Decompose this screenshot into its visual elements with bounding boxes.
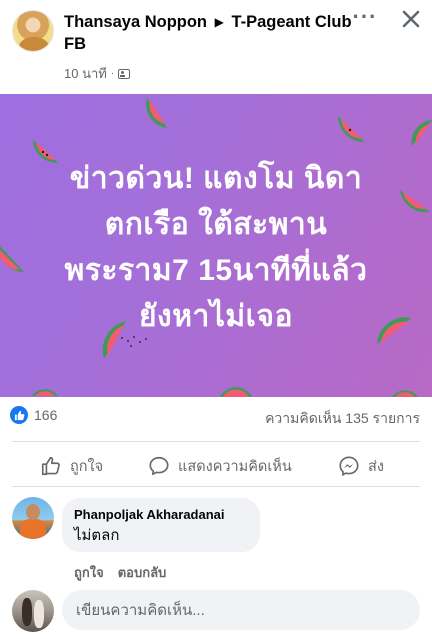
author-name[interactable]: Thansaya Noppon	[64, 13, 207, 31]
meta-separator: ·	[110, 68, 115, 79]
more-options-button[interactable]: ···	[352, 6, 378, 32]
comment-icon	[149, 456, 169, 476]
post-header: Thansaya Noppon ▶ T-Pageant Club FB 10 น…	[0, 0, 432, 92]
close-icon	[402, 10, 420, 28]
like-label: ถูกใจ	[70, 458, 104, 475]
comment-input[interactable]	[62, 590, 420, 630]
watermelon-icon	[146, 98, 167, 128]
like-reaction-icon	[10, 406, 28, 424]
user-avatar	[12, 590, 54, 632]
reaction-count: 166	[34, 407, 58, 423]
comment-reply-link[interactable]: ตอบกลับ	[118, 562, 167, 583]
author-avatar[interactable]	[12, 10, 54, 52]
post-time[interactable]: 10 นาที	[64, 63, 107, 84]
watermelon-icon	[32, 389, 58, 396]
send-label: ส่ง	[368, 458, 384, 475]
like-button[interactable]: ถูกใจ	[40, 448, 103, 484]
banner-line: ข่าวด่วน! แตงโม นิดา	[69, 162, 363, 195]
post-title: Thansaya Noppon ▶ T-Pageant Club FB	[64, 12, 354, 55]
comment-bubble: Phanpoljak Akharadanai ไม่ตลก	[62, 498, 260, 552]
watermelon-icon	[411, 120, 432, 146]
watermelon-icon	[338, 116, 365, 143]
post-meta: 10 นาที ·	[64, 63, 131, 84]
reaction-summary[interactable]: 166	[10, 406, 57, 424]
comment-label: แสดงความคิดเห็น	[178, 458, 292, 475]
banner-line: ตกเรือ ใต้สะพาน	[104, 208, 328, 241]
watermelon-icon	[220, 387, 252, 397]
banner-line: ยังหาไม่เจอ	[138, 300, 294, 333]
comment-text: ไม่ตลก	[74, 527, 120, 544]
thumbs-up-icon	[41, 456, 60, 476]
comment-button[interactable]: แสดงความคิดเห็น	[148, 448, 292, 484]
comment-actions: ถูกใจ ตอบกลับ	[74, 562, 166, 583]
action-bar: ถูกใจ แสดงความคิดเห็น ส่ง	[0, 448, 432, 484]
banner-line: พระราม7 15นาทีที่แล้ว	[64, 254, 368, 287]
banner-text: ข่าวด่วน! แตงโม นิดา ตกเรือ ใต้สะพาน พระ…	[0, 156, 432, 340]
send-button[interactable]: ส่ง	[338, 448, 384, 484]
divider	[12, 441, 420, 442]
comment-like-link[interactable]: ถูกใจ	[74, 562, 104, 583]
close-button[interactable]	[398, 6, 424, 32]
arrow-right-icon: ▶	[214, 15, 224, 29]
divider	[12, 486, 420, 487]
post-banner[interactable]: ข่าวด่วน! แตงโม นิดา ตกเรือ ใต้สะพาน พระ…	[0, 94, 432, 397]
comment-count[interactable]: ความคิดเห็น 135 รายการ	[265, 408, 420, 430]
commenter-avatar[interactable]	[12, 497, 54, 539]
watermelon-icon	[392, 390, 418, 397]
group-icon	[118, 68, 131, 79]
messenger-icon	[339, 456, 359, 477]
comment-author[interactable]: Phanpoljak Akharadanai	[74, 507, 248, 523]
